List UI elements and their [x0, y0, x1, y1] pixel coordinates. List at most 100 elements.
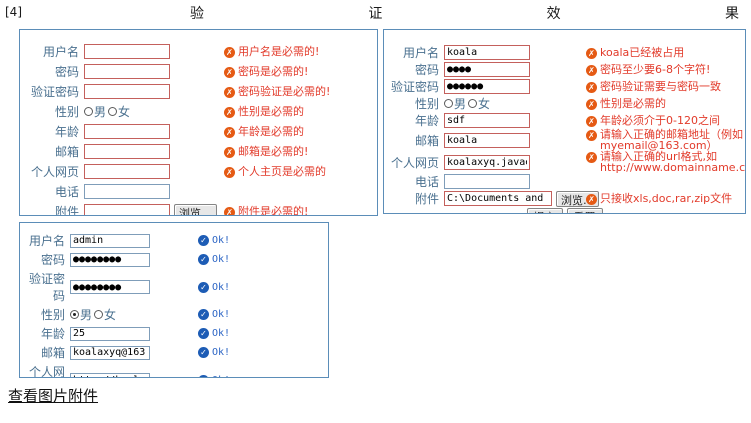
form-panel-valid-form-ok: 用户名✓Ok!密码✓Ok!验证密码✓Ok!性别男女✓Ok!年龄✓Ok!邮箱✓Ok… [19, 222, 329, 378]
gender-male-radio[interactable] [70, 310, 79, 319]
error-icon: ✗ [224, 167, 235, 178]
password-label: 密码 [20, 63, 84, 80]
page-header: [4] 验 证 效 果 [5, 3, 751, 25]
ok-message: Ok! [212, 253, 230, 266]
form-row-confirm-password: 验证密码✗密码验证需要与密码一致 [384, 78, 745, 95]
form-row-username: 用户名 ✗koala已经被占用 [384, 44, 745, 61]
form-row-phone: 电话 [384, 173, 745, 190]
username-input[interactable] [70, 234, 150, 248]
gender-label: 性别 [20, 103, 84, 120]
error-message: 年龄是必需的 [238, 126, 304, 138]
confirm-password-status: ✗密码验证需要与密码一致 [586, 81, 745, 93]
phone-input[interactable] [84, 184, 170, 199]
password-label: 密码 [384, 61, 444, 78]
phone-label: 电话 [20, 183, 84, 200]
error-message: 性别是必需的 [238, 106, 304, 118]
gender-label: 性别 [20, 306, 70, 323]
gender-female-radio[interactable] [468, 99, 477, 108]
error-message: 用户名是必需的! [238, 46, 319, 58]
password-input[interactable] [84, 64, 170, 79]
page-title: 验 证 效 果 [190, 3, 739, 23]
view-image-attachment-link[interactable]: 查看图片附件 [8, 385, 98, 406]
password-input[interactable] [70, 253, 150, 267]
gender-male-label: 男 [454, 95, 466, 112]
phone-input[interactable] [444, 174, 530, 189]
error-message: 密码验证需要与密码一致 [600, 81, 721, 92]
username-input[interactable] [444, 45, 530, 60]
email-input[interactable] [70, 346, 150, 360]
homepage-label: 个人网页 [20, 363, 70, 378]
username-input[interactable] [84, 44, 170, 59]
title-char: 验 [190, 3, 204, 23]
confirm-password-input[interactable] [84, 84, 170, 99]
confirm-password-status: ✓Ok! [198, 281, 328, 294]
gender-male-radio[interactable] [444, 99, 453, 108]
ok-message: Ok! [212, 281, 230, 294]
password-status: ✗密码是必需的! [224, 66, 377, 78]
gender-status: ✓Ok! [198, 308, 328, 321]
email-input[interactable] [444, 133, 530, 148]
error-icon: ✗ [224, 147, 235, 158]
ok-icon: ✓ [198, 309, 209, 320]
confirm-password-label: 验证密码 [20, 83, 84, 100]
password-input[interactable] [444, 62, 530, 77]
form-row-username: 用户名✗用户名是必需的! [20, 43, 377, 60]
form-row-email: 邮箱✗请输入正确的邮箱地址（例如 myemail@163.com） [384, 129, 745, 151]
confirm-password-status: ✗密码验证是必需的! [224, 86, 377, 98]
age-label: 年龄 [20, 325, 70, 342]
password-label: 密码 [20, 251, 70, 268]
gender-status: ✗性别是必需的 [224, 106, 377, 118]
gender-female-radio[interactable] [108, 107, 117, 116]
attachment-status: ✗附件是必需的! [224, 206, 377, 217]
ok-icon: ✓ [198, 328, 209, 339]
homepage-input[interactable] [70, 373, 150, 378]
error-message: 请输入正确的邮箱地址（例如 myemail@163.com） [600, 129, 745, 151]
attachment-label: 附件 [20, 203, 84, 216]
attachment-label: 附件 [384, 190, 444, 207]
form-row-username: 用户名✓Ok! [20, 232, 328, 249]
form-row-homepage: 个人网页✓Ok! [20, 363, 328, 378]
age-input[interactable] [84, 124, 170, 139]
homepage-label: 个人网页 [384, 154, 444, 171]
submit-button[interactable]: 提交 [527, 208, 563, 214]
ok-message: Ok! [212, 308, 230, 321]
gender-male-label: 男 [94, 103, 106, 120]
age-input[interactable] [70, 327, 150, 341]
email-label: 邮箱 [384, 132, 444, 149]
homepage-status: ✗个人主页是必需的 [224, 166, 377, 178]
age-status: ✓Ok! [198, 327, 328, 340]
browse-button[interactable]: 浏览… [174, 204, 217, 217]
error-message: 密码是必需的! [238, 66, 308, 78]
form-row-age: 年龄✗年龄是必需的 [20, 123, 377, 140]
ok-message: Ok! [212, 234, 230, 247]
gender-female-radio[interactable] [94, 310, 103, 319]
age-input[interactable] [444, 113, 530, 128]
form-buttons-row: 提交重置 [384, 208, 745, 214]
error-icon: ✗ [224, 87, 235, 98]
form-row-gender: 性别男女✗性别是必需的 [384, 95, 745, 112]
confirm-password-input[interactable] [70, 280, 150, 294]
gender-female-label: 女 [118, 103, 130, 120]
error-icon: ✗ [224, 107, 235, 118]
title-char: 证 [368, 3, 382, 23]
username-label: 用户名 [384, 44, 444, 61]
form-row-confirm-password: 验证密码 ✗密码验证是必需的! [20, 83, 377, 100]
homepage-input[interactable] [444, 155, 530, 170]
error-icon: ✗ [224, 67, 235, 78]
email-input[interactable] [84, 144, 170, 159]
error-icon: ✗ [224, 127, 235, 138]
reset-button[interactable]: 重置 [567, 208, 603, 214]
gender-female-label: 女 [104, 306, 116, 323]
gender-female-label: 女 [478, 95, 490, 112]
password-status: ✗密码至少要6-8个字符! [586, 64, 745, 76]
ok-icon: ✓ [198, 235, 209, 246]
confirm-password-input[interactable] [444, 79, 530, 94]
error-message: 性别是必需的 [600, 98, 666, 109]
form-row-attachment: 附件 浏览… ✗附件是必需的! [20, 203, 377, 216]
attachment-input[interactable] [84, 204, 170, 216]
error-icon: ✗ [586, 116, 597, 127]
attachment-input[interactable] [444, 191, 552, 206]
homepage-input[interactable] [84, 164, 170, 179]
gender-male-radio[interactable] [84, 107, 93, 116]
username-status: ✗koala已经被占用 [586, 47, 745, 59]
